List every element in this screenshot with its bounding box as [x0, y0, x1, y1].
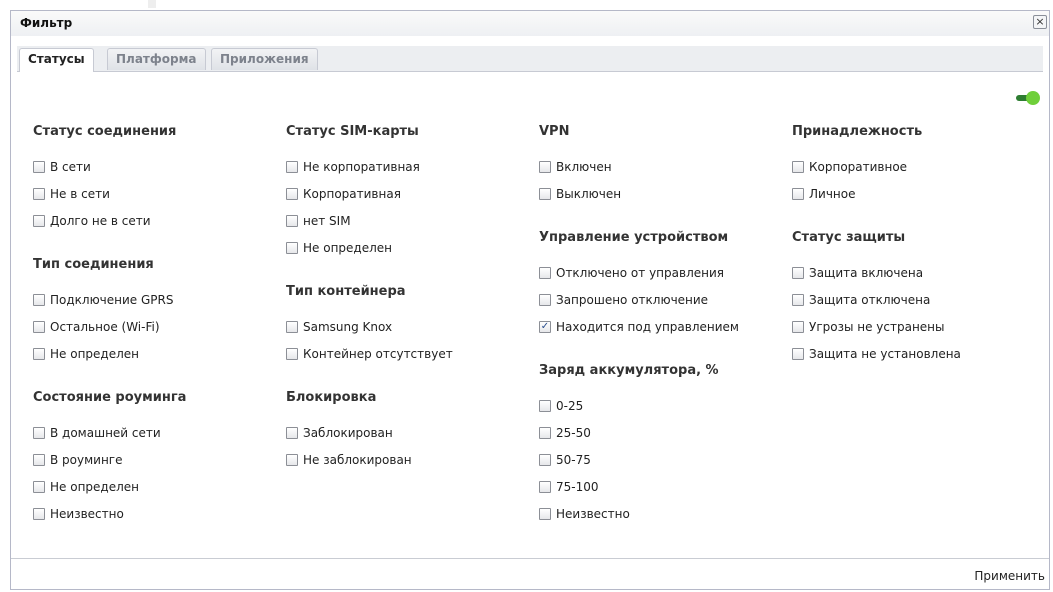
filter-option-label: Контейнер отсутствует [303, 347, 453, 361]
close-icon[interactable]: × [1033, 15, 1047, 29]
filter-group-title: VPN [539, 124, 570, 139]
tab-strip: Статусы Платформа Приложения [11, 36, 1049, 81]
filter-option-label: В домашней сети [50, 426, 161, 440]
filter-option-label: Не определен [50, 347, 139, 361]
checkbox-icon[interactable] [539, 161, 551, 173]
tab-platform[interactable]: Платформа [107, 48, 206, 70]
filter-option-label: Не заблокирован [303, 453, 412, 467]
checkbox-icon[interactable] [539, 400, 551, 412]
filter-option-label: Запрошено отключение [556, 293, 709, 307]
checkbox-icon[interactable] [792, 348, 804, 360]
filter-option-label: Корпоративная [303, 187, 401, 201]
checkbox-icon[interactable] [539, 481, 551, 493]
filter-group-title: Статус соединения [33, 124, 177, 139]
checkbox-icon[interactable] [286, 188, 298, 200]
checkbox-icon[interactable] [792, 321, 804, 333]
filter-option-label: Не корпоративная [303, 160, 420, 174]
filter-option-label: Защита не установлена [809, 347, 961, 361]
filter-option-label: Подключение GPRS [50, 293, 174, 307]
checkbox-icon[interactable] [33, 348, 45, 360]
checkbox-icon[interactable] [286, 348, 298, 360]
filter-option-label: Неизвестно [556, 507, 630, 521]
checkbox-checked-icon[interactable]: ✓ [539, 321, 551, 333]
tab-applications[interactable]: Приложения [211, 48, 318, 70]
filter-option-label: 0-25 [556, 399, 584, 413]
dialog-titlebar: Фильтр × [11, 11, 1049, 37]
filter-option-label: В сети [50, 160, 91, 174]
filter-option-label: Выключен [556, 187, 622, 201]
filter-group-title: Управление устройством [539, 230, 729, 245]
filter-group-title: Статус защиты [792, 230, 906, 245]
checkbox-icon[interactable] [539, 294, 551, 306]
filter-option-label: 75-100 [556, 480, 599, 494]
footer-divider [11, 558, 1049, 559]
checkbox-icon[interactable] [539, 427, 551, 439]
checkbox-icon[interactable] [792, 294, 804, 306]
filter-toggle[interactable] [1016, 91, 1040, 105]
checkbox-icon[interactable] [33, 481, 45, 493]
filter-option-label: Samsung Knox [303, 320, 393, 334]
checkbox-icon[interactable] [286, 454, 298, 466]
filter-option-label: Не определен [50, 480, 139, 494]
checkbox-icon[interactable] [286, 427, 298, 439]
filter-option-label: Включен [556, 160, 612, 174]
dialog-title: Фильтр [20, 16, 73, 30]
filter-option-label: Долго не в сети [50, 214, 151, 228]
filter-option-label: В роуминге [50, 453, 123, 467]
checkbox-icon[interactable] [33, 454, 45, 466]
filter-option-label: Защита включена [809, 266, 924, 280]
checkbox-icon[interactable] [33, 321, 45, 333]
checkbox-icon[interactable] [33, 294, 45, 306]
filter-option-label: Отключено от управления [556, 266, 724, 280]
filter-option-label: нет SIM [303, 214, 351, 228]
filter-option-label: Угрозы не устранены [809, 320, 945, 334]
checkbox-icon[interactable] [33, 188, 45, 200]
checkbox-icon[interactable] [539, 267, 551, 279]
checkbox-icon[interactable] [286, 321, 298, 333]
filter-option-label: Не в сети [50, 187, 110, 201]
filter-option-label: Личное [809, 187, 856, 201]
checkbox-icon[interactable] [286, 242, 298, 254]
checkbox-icon[interactable] [286, 215, 298, 227]
filter-group-title: Состояние роуминга [33, 390, 187, 405]
filter-option-label: Корпоративное [809, 160, 908, 174]
checkbox-icon[interactable] [286, 161, 298, 173]
filter-group-title: Статус SIM-карты [286, 124, 419, 139]
filter-group-title: Тип соединения [33, 257, 154, 272]
filter-option-label: Заблокирован [303, 426, 393, 440]
filter-option-label: Находится под управлением [556, 320, 739, 334]
checkbox-icon[interactable] [792, 267, 804, 279]
filter-dialog: Фильтр × Статусы Платформа Приложения Ст… [10, 10, 1050, 590]
checkbox-icon[interactable] [539, 454, 551, 466]
checkbox-icon[interactable] [539, 188, 551, 200]
checkbox-icon[interactable] [792, 161, 804, 173]
checkbox-icon[interactable] [33, 161, 45, 173]
filter-option-label: Не определен [303, 241, 392, 255]
checkbox-icon[interactable] [539, 508, 551, 520]
checkbox-icon[interactable] [33, 215, 45, 227]
filter-option-label: 25-50 [556, 426, 591, 440]
filter-option-label: Защита отключена [809, 293, 931, 307]
toggle-knob-icon [1026, 91, 1040, 105]
filter-group-title: Блокировка [286, 390, 377, 405]
filter-option-label: 50-75 [556, 453, 591, 467]
tab-statuses[interactable]: Статусы [19, 48, 94, 72]
checkbox-icon[interactable] [792, 188, 804, 200]
background-mark [148, 0, 156, 8]
filter-group-title: Принадлежность [792, 124, 923, 139]
filter-option-label: Остальное (Wi-Fi) [50, 320, 160, 334]
checkbox-icon[interactable] [33, 508, 45, 520]
checkbox-icon[interactable] [33, 427, 45, 439]
filter-option-label: Неизвестно [50, 507, 124, 521]
apply-button[interactable]: Применить [974, 569, 1045, 583]
filter-group-title: Заряд аккумулятора, % [539, 363, 719, 378]
filter-group-title: Тип контейнера [286, 284, 406, 299]
